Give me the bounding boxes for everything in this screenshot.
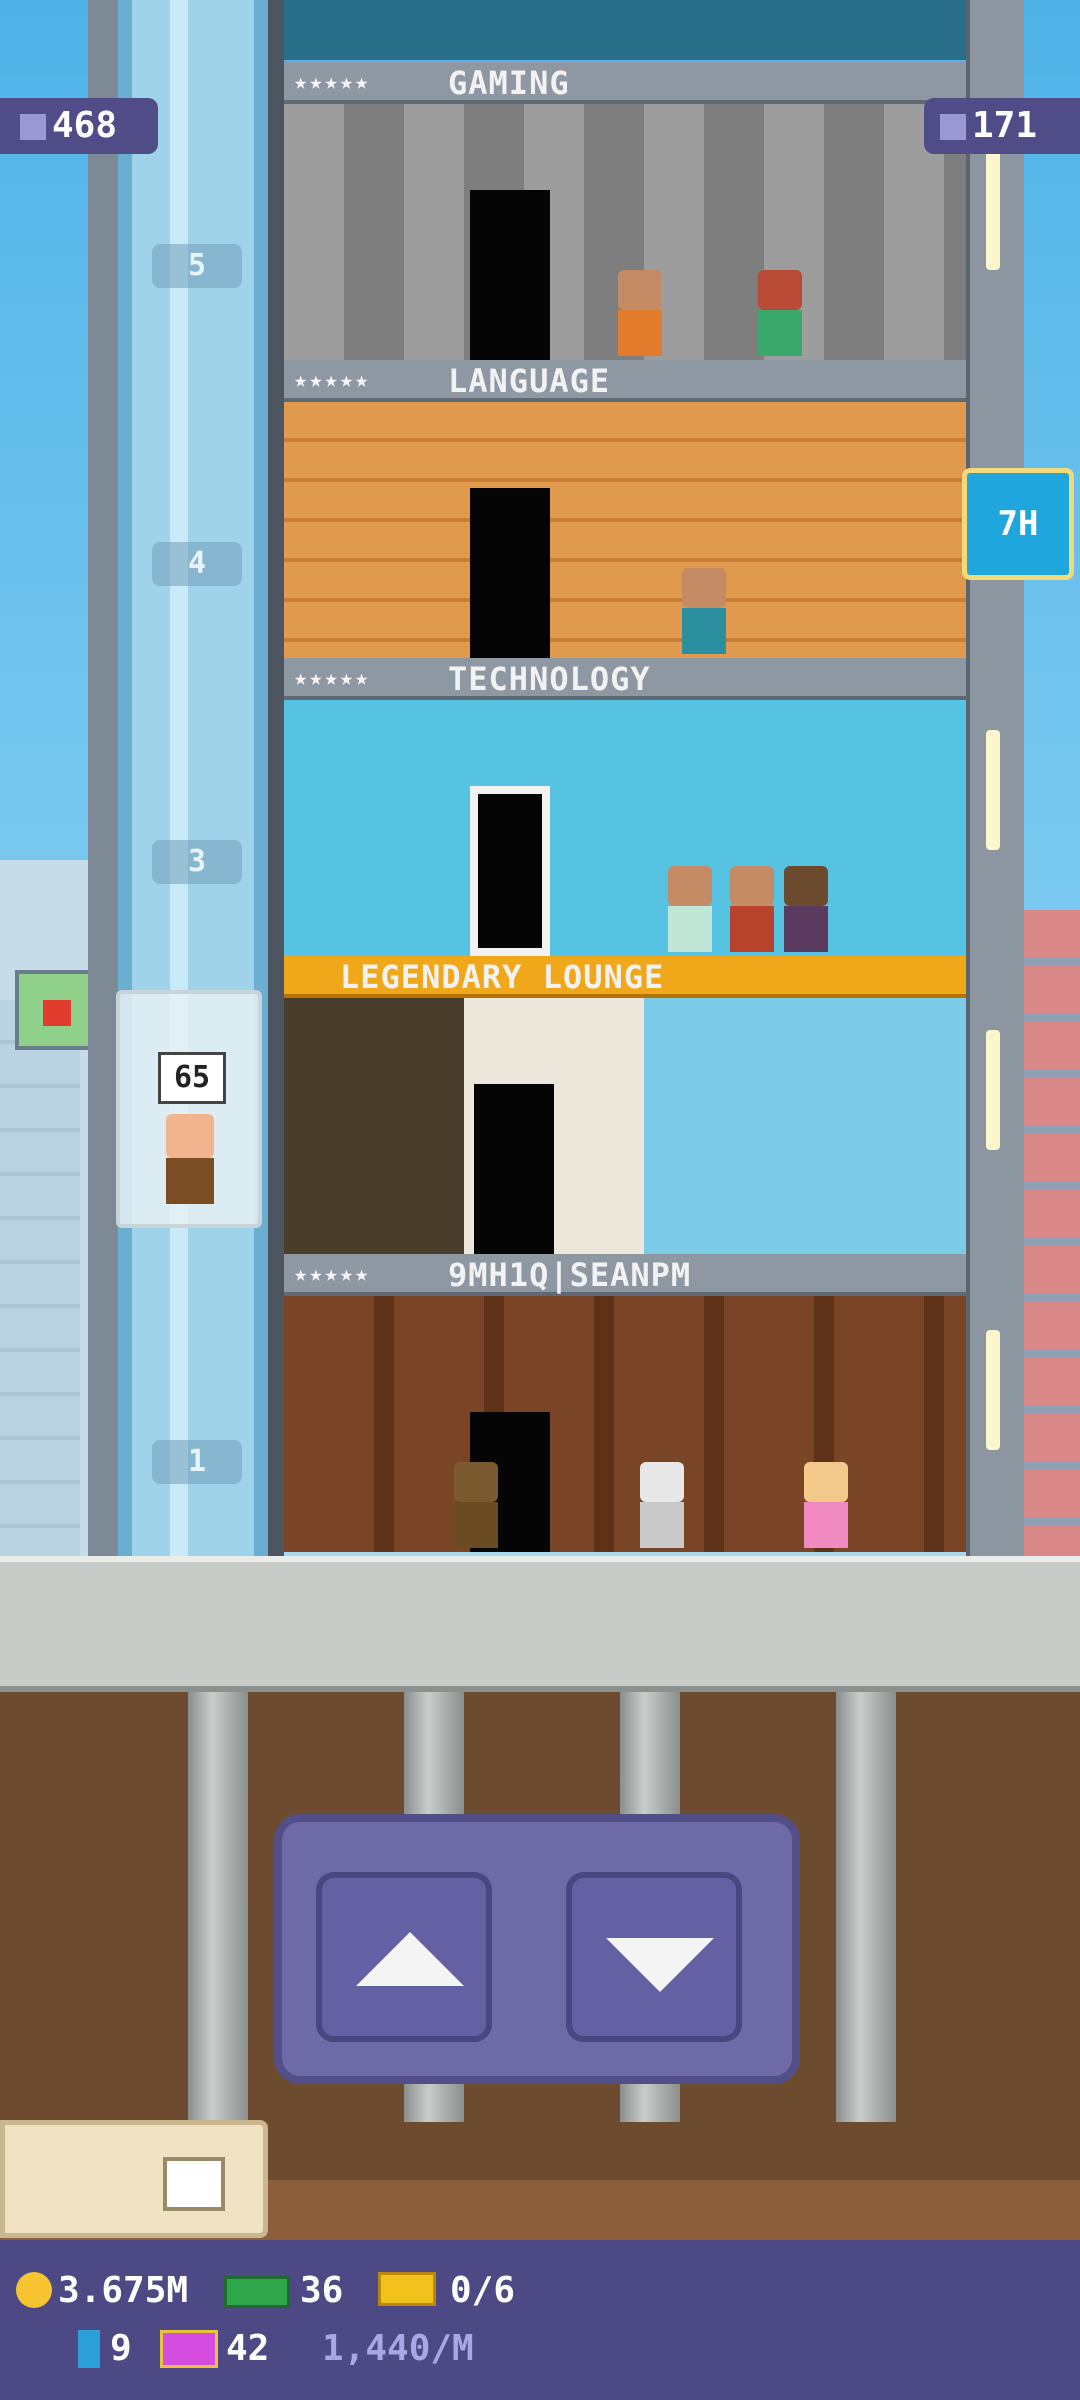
floor-room xyxy=(284,1296,966,1552)
cards-menu-button[interactable] xyxy=(0,2120,268,2238)
floor-header: ★★★★★ GAMING xyxy=(284,62,966,104)
status-bar xyxy=(0,2240,1080,2400)
floor-stars: ★★★★★ xyxy=(294,666,371,691)
floor-door xyxy=(470,786,550,956)
robot-bitizen[interactable] xyxy=(640,1462,684,1548)
wall-light xyxy=(986,730,1000,850)
floor-stars: ★★★★★ xyxy=(294,1262,371,1287)
bux-icon xyxy=(224,2276,290,2308)
ground-slab xyxy=(0,1556,1080,1692)
bitizen[interactable] xyxy=(784,866,828,952)
floor-door xyxy=(474,1084,554,1254)
bitizen[interactable] xyxy=(682,568,726,654)
background-building-left-windows xyxy=(0,1000,80,1560)
bux-value[interactable]: 36 xyxy=(300,2270,343,2311)
coins-value[interactable]: 3.675M xyxy=(58,2270,188,2311)
bitizens-value[interactable]: 9 xyxy=(110,2328,132,2369)
floor-door xyxy=(470,488,550,658)
wall-light xyxy=(986,1330,1000,1450)
elevator-passenger xyxy=(166,1114,214,1204)
floors-value: 171 xyxy=(972,105,1038,146)
floors-counter[interactable]: 171 xyxy=(924,98,1080,154)
tower-wall-left xyxy=(88,0,122,1560)
population-counter[interactable]: 468 xyxy=(0,98,158,154)
bitizen[interactable] xyxy=(668,866,712,952)
floors-icon xyxy=(940,114,966,140)
bitizen[interactable] xyxy=(758,270,802,356)
floor-gaming[interactable]: ★★★★★ GAMING xyxy=(284,62,966,360)
down-arrow-icon xyxy=(606,1938,714,1992)
floor-stars: ★★★★★ xyxy=(294,368,371,393)
floor-title: LANGUAGE xyxy=(448,362,611,400)
floor-title: GAMING xyxy=(448,64,570,102)
bitizen[interactable] xyxy=(730,866,774,952)
income-rate: 1,440/M xyxy=(322,2328,474,2369)
coin-icon xyxy=(16,2272,52,2308)
game-scene: 5 4 3 1 ★★★★★ GAMING ★★★★★ LANGUAGE ★★★★… xyxy=(0,0,1080,2400)
floor-number-4: 4 xyxy=(152,542,242,586)
foundation-pillar xyxy=(836,1692,896,2122)
floor-header: ★★★★★ 9MH1Q|SEANPM xyxy=(284,1254,966,1296)
floor-room xyxy=(284,998,966,1254)
elevator-passenger-floor: 65 xyxy=(158,1052,226,1104)
wall-light xyxy=(986,150,1000,270)
tickets-value[interactable]: 0/6 xyxy=(450,2270,515,2311)
floor-header: ★★★★★ LANGUAGE xyxy=(284,360,966,402)
population-value: 468 xyxy=(52,105,118,146)
bitizen[interactable] xyxy=(804,1462,848,1548)
floor-header: ★★★★★ TECHNOLOGY xyxy=(284,658,966,700)
card-box-icon xyxy=(163,2157,225,2211)
up-arrow-icon xyxy=(356,1932,464,1986)
elevator-car[interactable]: 65 xyxy=(116,990,262,1228)
ticket-icon xyxy=(378,2272,436,2306)
golden-tickets-value[interactable]: 42 xyxy=(226,2328,269,2369)
floor-title: LEGENDARY LOUNGE xyxy=(340,958,665,996)
bitizen[interactable] xyxy=(618,270,662,356)
billboard xyxy=(15,970,93,1050)
doorman[interactable] xyxy=(454,1462,498,1548)
floor-number-5: 5 xyxy=(152,244,242,288)
floor-title: TECHNOLOGY xyxy=(448,660,651,698)
floor-door xyxy=(470,190,550,360)
background-building-right xyxy=(1020,910,1080,1560)
floor-legendary-lounge[interactable]: LEGENDARY LOUNGE xyxy=(284,956,966,1254)
floor-room xyxy=(284,402,966,658)
floor-lobby[interactable]: ★★★★★ 9MH1Q|SEANPM xyxy=(284,1254,966,1556)
timer-badge[interactable]: 7H xyxy=(962,468,1074,580)
floor-room xyxy=(284,0,966,60)
elevator-down-button[interactable] xyxy=(566,1872,742,2042)
floor-language[interactable]: ★★★★★ LANGUAGE xyxy=(284,360,966,658)
floor-title: 9MH1Q|SEANPM xyxy=(448,1256,692,1294)
foundation-pillar xyxy=(188,1692,248,2122)
floor-stars: ★★★★★ xyxy=(294,70,371,95)
floor-number-1: 1 xyxy=(152,1440,242,1484)
population-icon xyxy=(20,114,46,140)
elevator-up-button[interactable] xyxy=(316,1872,492,2042)
floor-room xyxy=(284,104,966,360)
floor-technology[interactable]: ★★★★★ TECHNOLOGY xyxy=(284,658,966,956)
elevator-shaft[interactable] xyxy=(118,0,268,1560)
floor-header: LEGENDARY LOUNGE xyxy=(284,956,966,998)
floor-room xyxy=(284,700,966,956)
golden-ticket-icon xyxy=(160,2330,218,2368)
wall-light xyxy=(986,1030,1000,1150)
floor-number-3: 3 xyxy=(152,840,242,884)
elevator-rail xyxy=(268,0,284,1560)
floor-partial-top[interactable] xyxy=(284,0,966,60)
bitizen-icon xyxy=(78,2330,100,2368)
